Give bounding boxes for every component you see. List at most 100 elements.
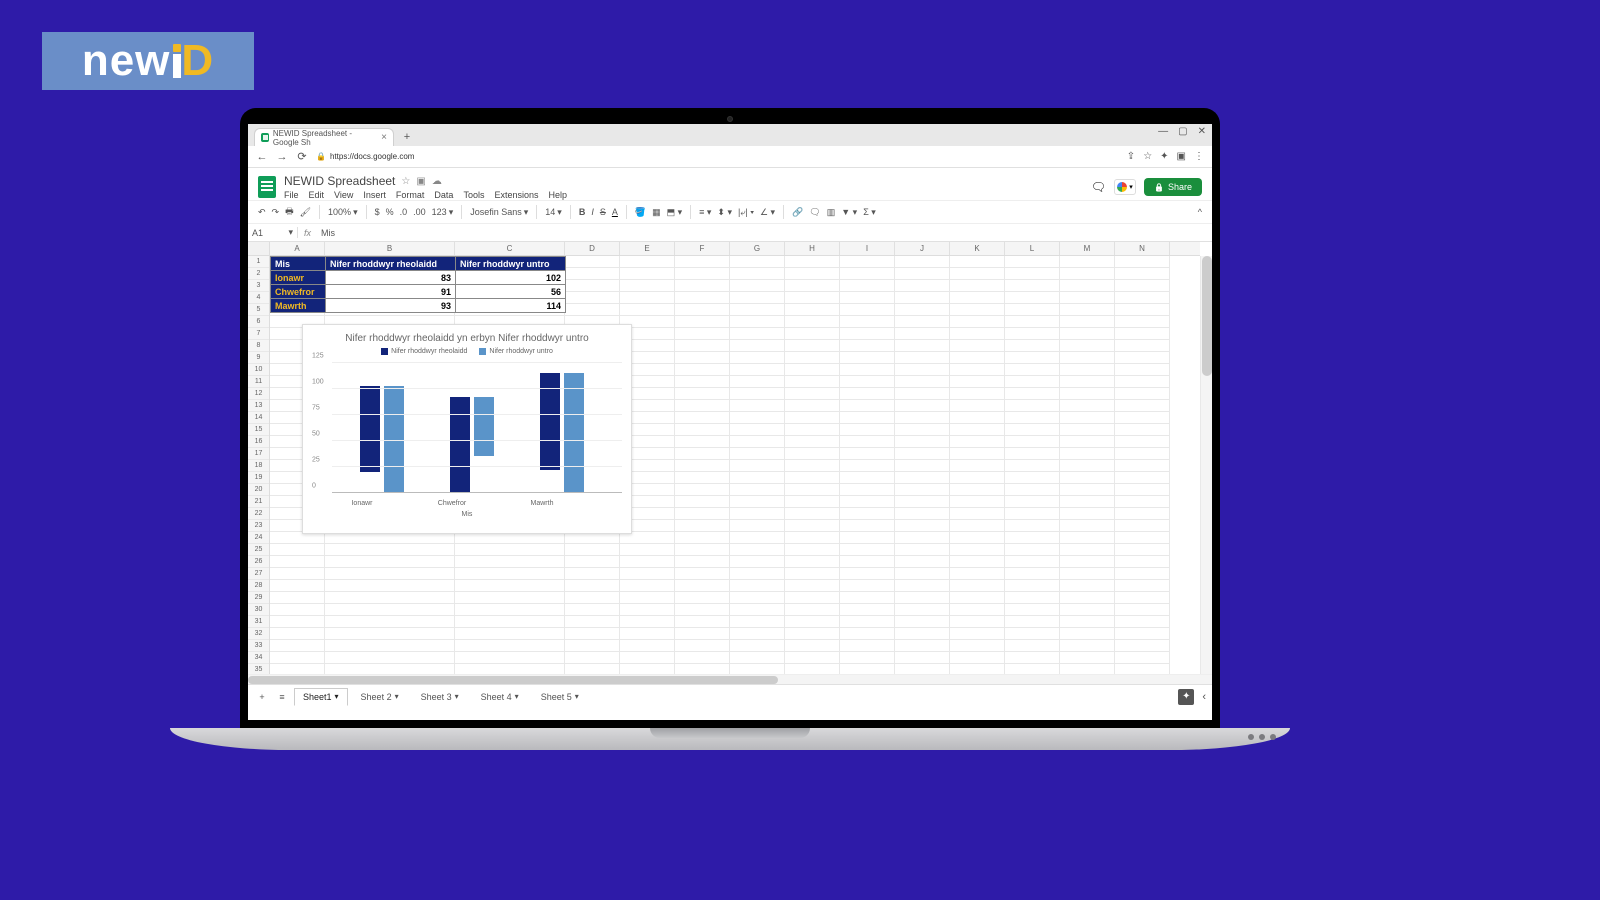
- col-header-C[interactable]: C: [455, 242, 565, 255]
- filter-button[interactable]: ▼ ▾: [841, 207, 857, 218]
- percent-button[interactable]: %: [386, 207, 394, 217]
- sheet-tab[interactable]: Sheet 4 ▾: [472, 688, 528, 706]
- row-header[interactable]: 10: [248, 364, 269, 376]
- row-header[interactable]: 28: [248, 580, 269, 592]
- table-value-cell[interactable]: 91: [326, 285, 456, 299]
- row-header[interactable]: 7: [248, 328, 269, 340]
- borders-button[interactable]: ▦: [652, 207, 661, 218]
- spreadsheet-grid[interactable]: ABCDEFGHIJKLMN 1234567891011121314151617…: [248, 242, 1212, 674]
- row-header[interactable]: 21: [248, 496, 269, 508]
- col-header-F[interactable]: F: [675, 242, 730, 255]
- sheet-tab[interactable]: Sheet 3 ▾: [412, 688, 468, 706]
- row-header[interactable]: 15: [248, 424, 269, 436]
- row-header[interactable]: 25: [248, 544, 269, 556]
- undo-icon[interactable]: ↶: [258, 207, 266, 218]
- row-header[interactable]: 26: [248, 556, 269, 568]
- currency-button[interactable]: $: [375, 207, 380, 217]
- nav-reload-icon[interactable]: ⟳: [296, 151, 308, 163]
- row-header[interactable]: 33: [248, 640, 269, 652]
- move-icon[interactable]: ▣: [416, 176, 425, 187]
- share-button[interactable]: Share: [1144, 178, 1202, 196]
- row-header[interactable]: 27: [248, 568, 269, 580]
- explore-button[interactable]: ✦: [1178, 689, 1194, 705]
- sidepanel-icon[interactable]: ▣: [1177, 151, 1186, 162]
- star-icon[interactable]: ☆: [401, 176, 410, 187]
- table-value-cell[interactable]: 93: [326, 299, 456, 313]
- meet-icon[interactable]: ▾: [1114, 179, 1136, 195]
- col-header-E[interactable]: E: [620, 242, 675, 255]
- halign-button[interactable]: ≡ ▾: [699, 207, 711, 218]
- col-header-B[interactable]: B: [325, 242, 455, 255]
- collapse-toolbar-icon[interactable]: ^: [1198, 207, 1202, 217]
- share-page-icon[interactable]: ⇪: [1127, 151, 1135, 162]
- row-header[interactable]: 22: [248, 508, 269, 520]
- all-sheets-button[interactable]: ≡: [274, 692, 290, 702]
- rotate-button[interactable]: ∠ ▾: [760, 207, 775, 218]
- menu-help[interactable]: Help: [548, 190, 567, 200]
- print-icon[interactable]: 🖶: [285, 204, 294, 220]
- chart-button[interactable]: ▥: [827, 207, 836, 218]
- menu-edit[interactable]: Edit: [309, 190, 325, 200]
- table-month-cell[interactable]: Ionawr: [271, 271, 326, 285]
- sidepanel-toggle-icon[interactable]: ‹: [1202, 691, 1206, 703]
- row-header[interactable]: 32: [248, 628, 269, 640]
- sheets-logo-icon[interactable]: [258, 176, 276, 198]
- maximize-button[interactable]: ▢: [1178, 126, 1187, 137]
- menu-tools[interactable]: Tools: [463, 190, 484, 200]
- row-header[interactable]: 23: [248, 520, 269, 532]
- nav-forward-icon[interactable]: →: [276, 151, 288, 163]
- redo-icon[interactable]: ↷: [272, 207, 280, 218]
- tab-close-icon[interactable]: ×: [381, 132, 387, 143]
- row-header[interactable]: 4: [248, 292, 269, 304]
- horizontal-scrollbar[interactable]: [248, 674, 1212, 684]
- row-header[interactable]: 29: [248, 592, 269, 604]
- row-header[interactable]: 24: [248, 532, 269, 544]
- browser-tab[interactable]: NEWID Spreadsheet - Google Sh ×: [254, 128, 394, 146]
- decrease-decimal-button[interactable]: .0: [400, 207, 408, 217]
- row-header[interactable]: 5: [248, 304, 269, 316]
- row-header[interactable]: 8: [248, 340, 269, 352]
- col-header-N[interactable]: N: [1115, 242, 1170, 255]
- row-headers[interactable]: 1234567891011121314151617181920212223242…: [248, 256, 270, 674]
- name-box[interactable]: A1▾: [248, 227, 298, 238]
- menu-extensions[interactable]: Extensions: [494, 190, 538, 200]
- row-header[interactable]: 30: [248, 604, 269, 616]
- column-headers[interactable]: ABCDEFGHIJKLMN: [270, 242, 1200, 256]
- row-header[interactable]: 11: [248, 376, 269, 388]
- table-value-cell[interactable]: 56: [456, 285, 566, 299]
- row-header[interactable]: 12: [248, 388, 269, 400]
- table-month-cell[interactable]: Mawrth: [271, 299, 326, 313]
- strike-button[interactable]: S: [600, 207, 606, 217]
- doc-title[interactable]: NEWID Spreadsheet: [284, 174, 395, 188]
- vertical-scrollbar[interactable]: [1200, 256, 1212, 674]
- comments-icon[interactable]: 🗨: [1091, 180, 1106, 194]
- table-value-cell[interactable]: 83: [326, 271, 456, 285]
- bold-button[interactable]: B: [579, 207, 586, 217]
- nav-back-icon[interactable]: ←: [256, 151, 268, 163]
- table-value-cell[interactable]: 114: [456, 299, 566, 313]
- row-header[interactable]: 17: [248, 448, 269, 460]
- menu-insert[interactable]: Insert: [363, 190, 386, 200]
- table-header[interactable]: Nifer rhoddwyr rheolaidd: [326, 257, 456, 271]
- increase-decimal-button[interactable]: .00: [413, 207, 426, 217]
- col-header-J[interactable]: J: [895, 242, 950, 255]
- row-header[interactable]: 18: [248, 460, 269, 472]
- close-button[interactable]: ✕: [1198, 126, 1206, 137]
- number-format-dropdown[interactable]: 123▾: [432, 207, 454, 218]
- col-header-I[interactable]: I: [840, 242, 895, 255]
- table-value-cell[interactable]: 102: [456, 271, 566, 285]
- col-header-K[interactable]: K: [950, 242, 1005, 255]
- row-header[interactable]: 13: [248, 400, 269, 412]
- paint-format-icon[interactable]: 🖌: [300, 207, 311, 218]
- add-sheet-button[interactable]: +: [254, 692, 270, 702]
- row-header[interactable]: 1: [248, 256, 269, 268]
- table-header[interactable]: Nifer rhoddwyr untro: [456, 257, 566, 271]
- comment-button[interactable]: 🗨: [809, 207, 820, 218]
- sheet-tab[interactable]: Sheet1 ▾: [294, 688, 348, 706]
- menu-data[interactable]: Data: [434, 190, 453, 200]
- formula-input[interactable]: Mis: [317, 228, 335, 238]
- functions-button[interactable]: Σ ▾: [863, 207, 876, 218]
- link-button[interactable]: 🔗: [792, 207, 803, 218]
- select-all-corner[interactable]: [248, 242, 270, 256]
- row-header[interactable]: 3: [248, 280, 269, 292]
